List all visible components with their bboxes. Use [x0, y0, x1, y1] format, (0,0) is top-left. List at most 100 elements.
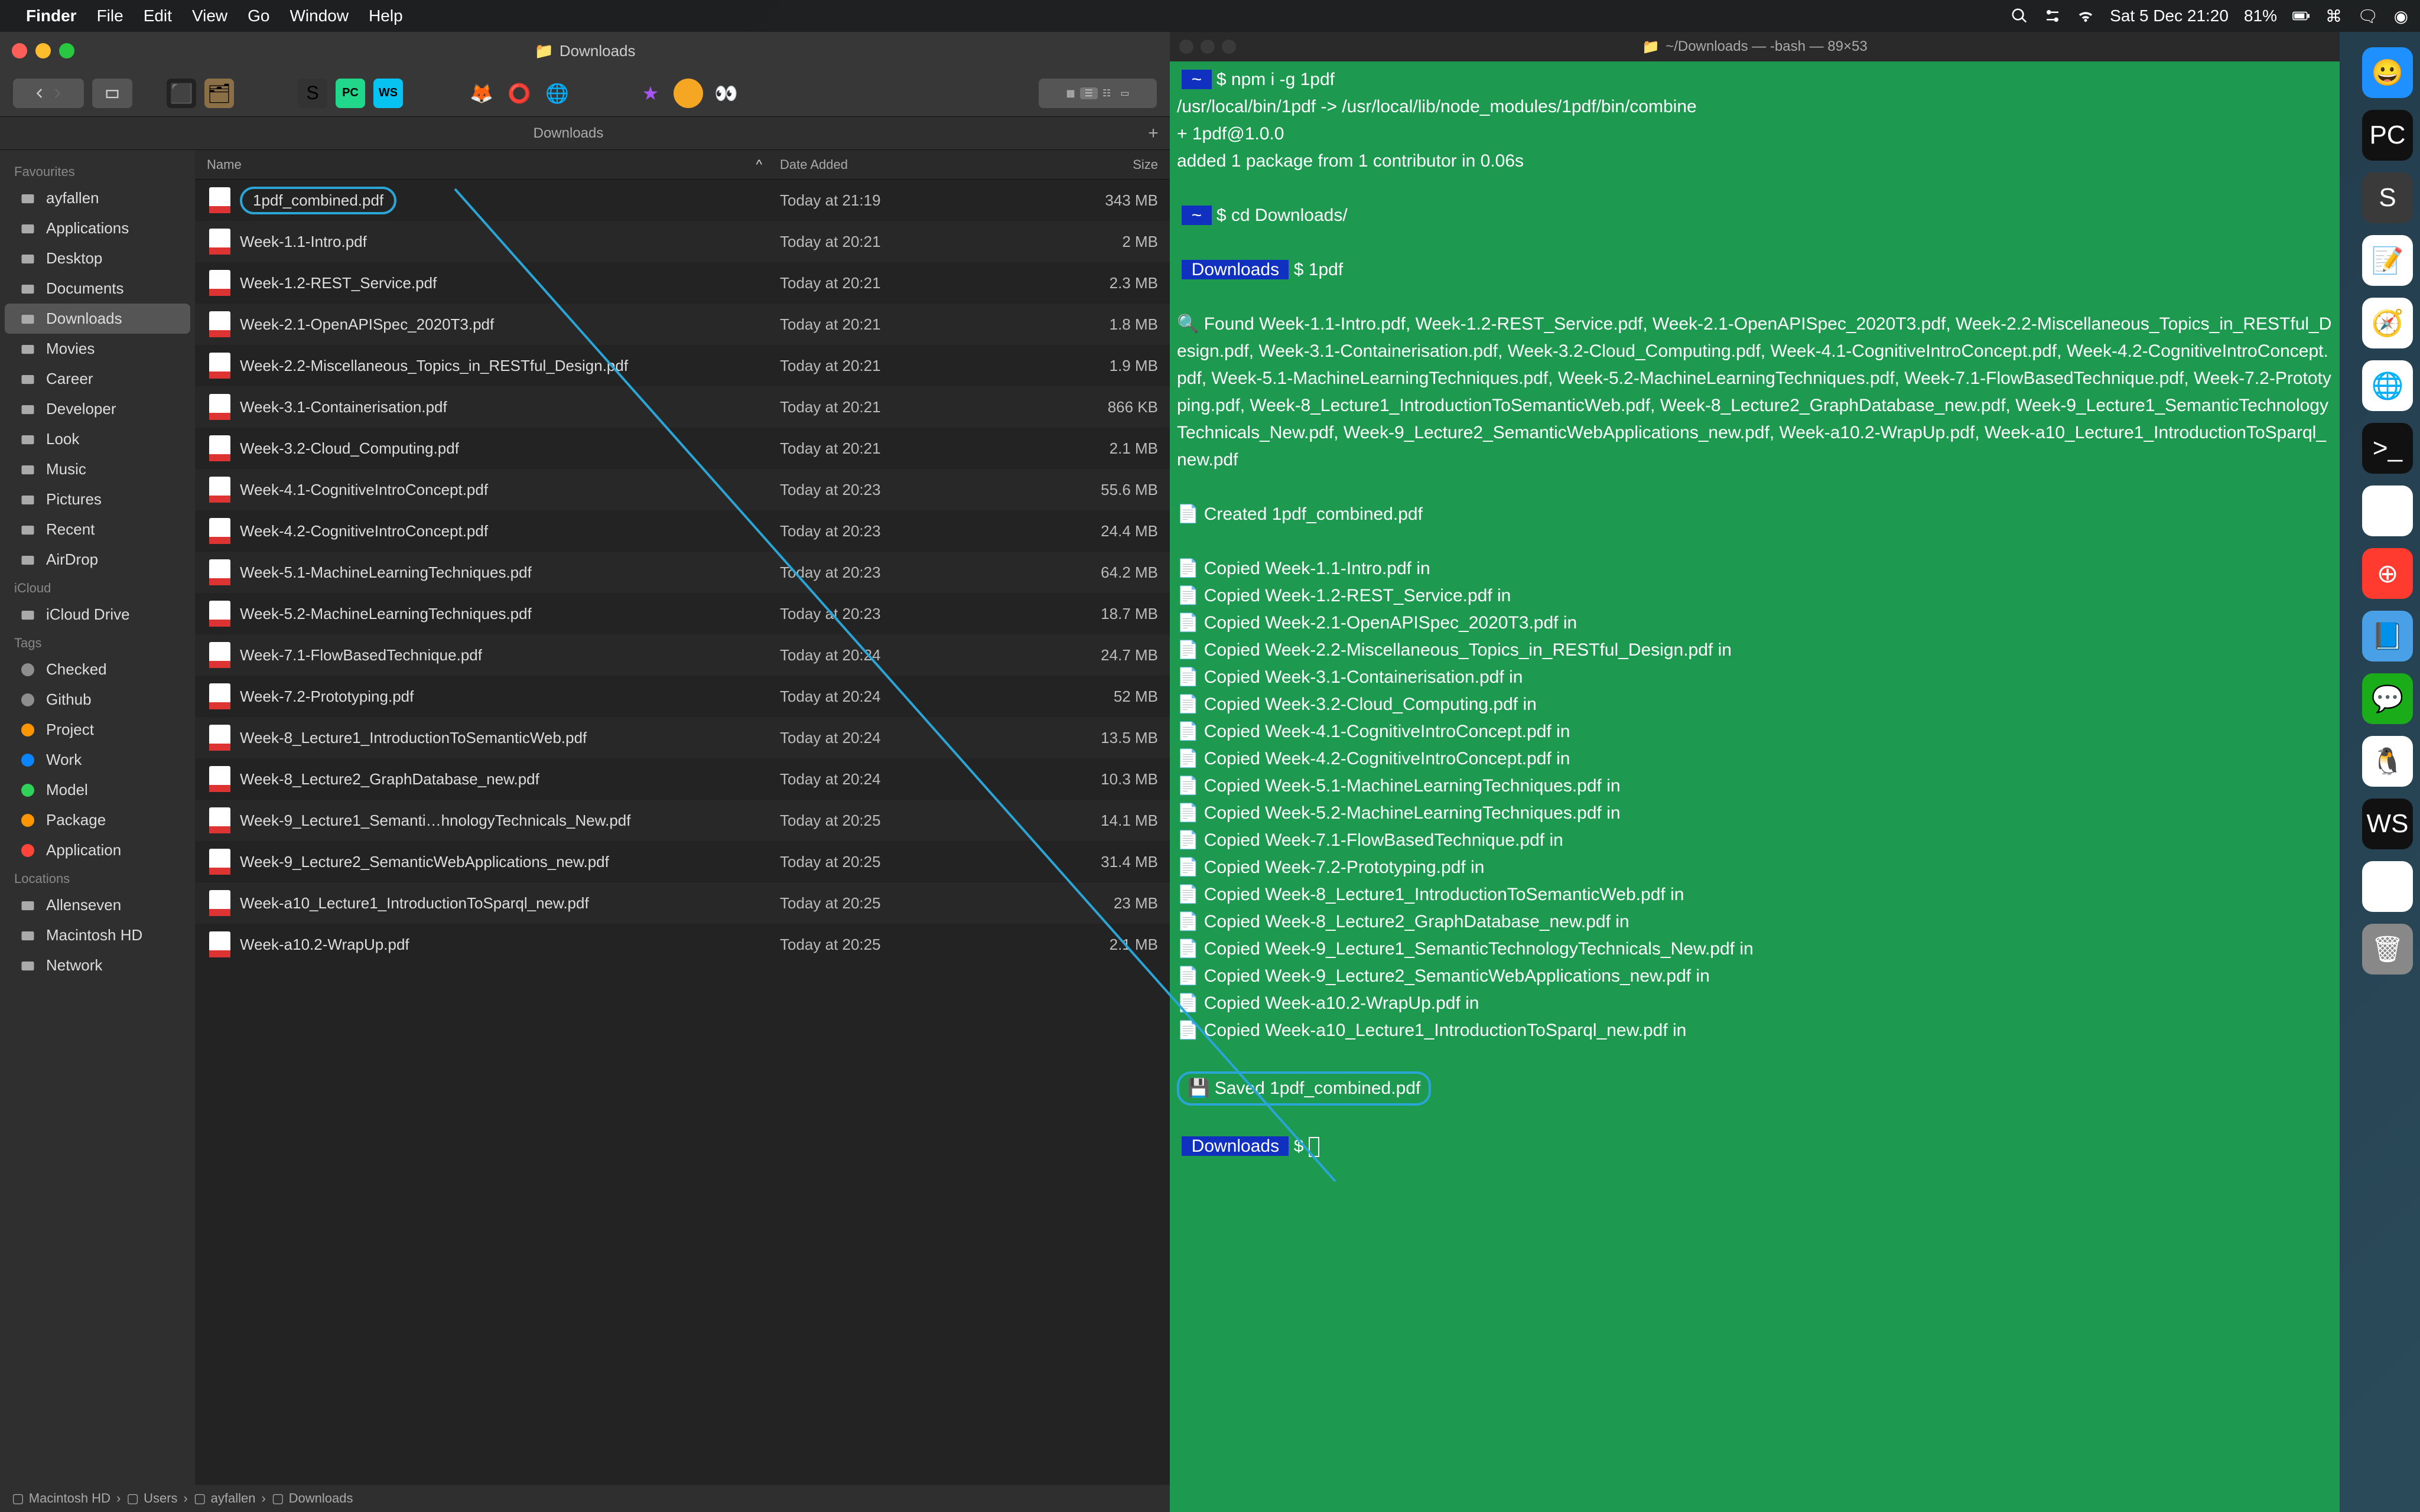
toolbar-app-edge[interactable]: 🌐 — [542, 79, 572, 108]
dock-app-app1[interactable]: ⊕ — [2362, 548, 2413, 599]
menu-window[interactable]: Window — [290, 6, 349, 25]
menubar-app[interactable]: Finder — [26, 6, 77, 25]
sidebar-item-ayfallen[interactable]: ayfallen — [5, 183, 190, 213]
sidebar-item-downloads[interactable]: Downloads — [5, 304, 190, 334]
toolbar-app-imovie[interactable]: ★ — [636, 79, 665, 108]
sidebar-item-github[interactable]: Github — [5, 685, 190, 715]
file-row[interactable]: Week-3.1-Containerisation.pdfToday at 20… — [195, 386, 1170, 428]
toolbar-app-coin[interactable] — [674, 79, 703, 108]
finder-path-bar[interactable]: ▢ Macintosh HD›▢ Users›▢ ayfallen›▢ Down… — [0, 1485, 1170, 1512]
wifi-icon[interactable] — [2077, 7, 2094, 25]
menu-go[interactable]: Go — [248, 6, 269, 25]
sidebar-item-network[interactable]: Network — [5, 950, 190, 980]
spotlight-icon[interactable] — [2011, 7, 2028, 25]
menu-edit[interactable]: Edit — [144, 6, 172, 25]
zoom-button[interactable] — [59, 43, 74, 58]
file-row[interactable]: Week-8_Lecture1_IntroductionToSemanticWe… — [195, 717, 1170, 758]
sidebar-item-recent[interactable]: Recent — [5, 514, 190, 545]
dock-app-terminal[interactable]: >_ — [2362, 423, 2413, 474]
dock-app-wechat[interactable]: 💬 — [2362, 673, 2413, 724]
dock-app-sublime[interactable]: S — [2362, 172, 2413, 223]
toolbar-app-archive[interactable]: 🗂 — [204, 79, 234, 108]
sidebar-item-desktop[interactable]: Desktop — [5, 243, 190, 273]
sidebar-item-music[interactable]: Music — [5, 454, 190, 484]
file-row[interactable]: Week-2.2-Miscellaneous_Topics_in_RESTful… — [195, 345, 1170, 386]
col-name[interactable]: Name — [195, 157, 756, 172]
file-row[interactable]: Week-1.2-REST_Service.pdfToday at 20:212… — [195, 262, 1170, 304]
new-tab-button[interactable]: + — [1137, 123, 1170, 144]
sidebar-item-allenseven[interactable]: Allenseven — [5, 890, 190, 920]
toolbar-app-eyes[interactable]: 👀 — [711, 79, 741, 108]
control-center-icon[interactable] — [2044, 7, 2061, 25]
terminal-body[interactable]: ~ $ npm i -g 1pdf/usr/local/bin/1pdf -> … — [1170, 61, 2340, 1512]
file-row[interactable]: Week-5.2-MachineLearningTechniques.pdfTo… — [195, 593, 1170, 634]
dock-app-chrome[interactable]: 🌐 — [2362, 360, 2413, 411]
sidebar-item-icloud-drive[interactable]: iCloud Drive — [5, 599, 190, 630]
file-row[interactable]: Week-7.2-Prototyping.pdfToday at 20:2452… — [195, 676, 1170, 717]
sidebar-item-applications[interactable]: Applications — [5, 213, 190, 243]
sidebar-item-movies[interactable]: Movies — [5, 334, 190, 364]
dock-app-pycharm[interactable]: PC — [2362, 110, 2413, 161]
toolbar-app-pycharm[interactable]: PC — [336, 79, 365, 108]
sidebar-item-macintosh-hd[interactable]: Macintosh HD — [5, 920, 190, 950]
enclosing-folder-button[interactable] — [92, 79, 132, 108]
back-forward-buttons[interactable] — [13, 79, 84, 108]
zoom-button[interactable] — [1222, 40, 1236, 54]
menu-extra-1[interactable]: ⌘ — [2325, 6, 2342, 26]
sidebar-item-pictures[interactable]: Pictures — [5, 484, 190, 514]
file-row[interactable]: 1pdf_combined.pdfToday at 21:19343 MB — [195, 180, 1170, 221]
sidebar-item-checked[interactable]: Checked — [5, 654, 190, 685]
dock-app-preview[interactable]: 🖼 — [2362, 861, 2413, 912]
file-row[interactable]: Week-a10.2-WrapUp.pdfToday at 20:252.1 M… — [195, 924, 1170, 965]
menu-help[interactable]: Help — [369, 6, 403, 25]
toolbar-app-firefox[interactable]: 🦊 — [467, 79, 496, 108]
sidebar-item-look[interactable]: Look — [5, 424, 190, 454]
dock-app-safari[interactable]: 🧭 — [2362, 298, 2413, 348]
file-row[interactable]: Week-5.1-MachineLearningTechniques.pdfTo… — [195, 552, 1170, 593]
dock-app-trash[interactable]: 🗑 — [2362, 924, 2413, 975]
menu-view[interactable]: View — [192, 6, 227, 25]
menu-file[interactable]: File — [97, 6, 123, 25]
toolbar-app-sublime[interactable]: S — [298, 79, 327, 108]
col-date[interactable]: Date Added — [780, 157, 1040, 172]
close-button[interactable] — [12, 43, 27, 58]
path-crumb[interactable]: ▢ Downloads — [272, 1491, 353, 1506]
file-row[interactable]: Week-3.2-Cloud_Computing.pdfToday at 20:… — [195, 428, 1170, 469]
file-row[interactable]: Week-4.2-CognitiveIntroConcept.pdfToday … — [195, 510, 1170, 552]
sidebar-item-documents[interactable]: Documents — [5, 273, 190, 304]
toolbar-app-webstorm[interactable]: WS — [373, 79, 403, 108]
dock-app-qq[interactable]: 🐧 — [2362, 736, 2413, 787]
dock-app-notes[interactable]: 📝 — [2362, 235, 2413, 286]
file-row[interactable]: Week-4.1-CognitiveIntroConcept.pdfToday … — [195, 469, 1170, 510]
sidebar-item-model[interactable]: Model — [5, 775, 190, 805]
file-row[interactable]: Week-8_Lecture2_GraphDatabase_new.pdfTod… — [195, 758, 1170, 800]
dock-app-finder[interactable]: 😀 — [2362, 47, 2413, 98]
sidebar-item-airdrop[interactable]: AirDrop — [5, 545, 190, 575]
dock-app-itunes[interactable]: ▶ — [2362, 485, 2413, 536]
siri-icon[interactable]: ◉ — [2394, 6, 2408, 26]
file-row[interactable]: Week-7.1-FlowBasedTechnique.pdfToday at … — [195, 634, 1170, 676]
col-size[interactable]: Size — [1040, 157, 1158, 172]
sidebar-item-developer[interactable]: Developer — [5, 394, 190, 424]
file-row[interactable]: Week-2.1-OpenAPISpec_2020T3.pdfToday at … — [195, 304, 1170, 345]
close-button[interactable] — [1179, 40, 1193, 54]
sidebar-item-career[interactable]: Career — [5, 364, 190, 394]
clock[interactable]: Sat 5 Dec 21:20 — [2110, 6, 2229, 25]
finder-columns-header[interactable]: Name ^ Date Added Size — [195, 150, 1170, 180]
toolbar-app-terminal[interactable]: ⬛ — [167, 79, 196, 108]
view-mode-buttons[interactable]: ▦☰☷▭ — [1039, 79, 1157, 108]
sidebar-item-work[interactable]: Work — [5, 745, 190, 775]
sidebar-item-project[interactable]: Project — [5, 715, 190, 745]
finder-tab[interactable]: Downloads — [0, 125, 1137, 142]
file-row[interactable]: Week-9_Lecture1_Semanti…hnologyTechnical… — [195, 800, 1170, 841]
path-crumb[interactable]: ▢ Macintosh HD — [12, 1491, 110, 1506]
dock-app-dictionary[interactable]: 📘 — [2362, 611, 2413, 662]
path-crumb[interactable]: ▢ Users — [126, 1491, 177, 1506]
file-row[interactable]: Week-a10_Lecture1_IntroductionToSparql_n… — [195, 882, 1170, 924]
menu-extra-2[interactable]: 🗨 — [2357, 6, 2379, 26]
minimize-button[interactable] — [1201, 40, 1215, 54]
dock-app-webstorm[interactable]: WS — [2362, 799, 2413, 849]
sidebar-item-application[interactable]: Application — [5, 835, 190, 865]
file-row[interactable]: Week-9_Lecture2_SemanticWebApplications_… — [195, 841, 1170, 882]
file-row[interactable]: Week-1.1-Intro.pdfToday at 20:212 MB — [195, 221, 1170, 262]
